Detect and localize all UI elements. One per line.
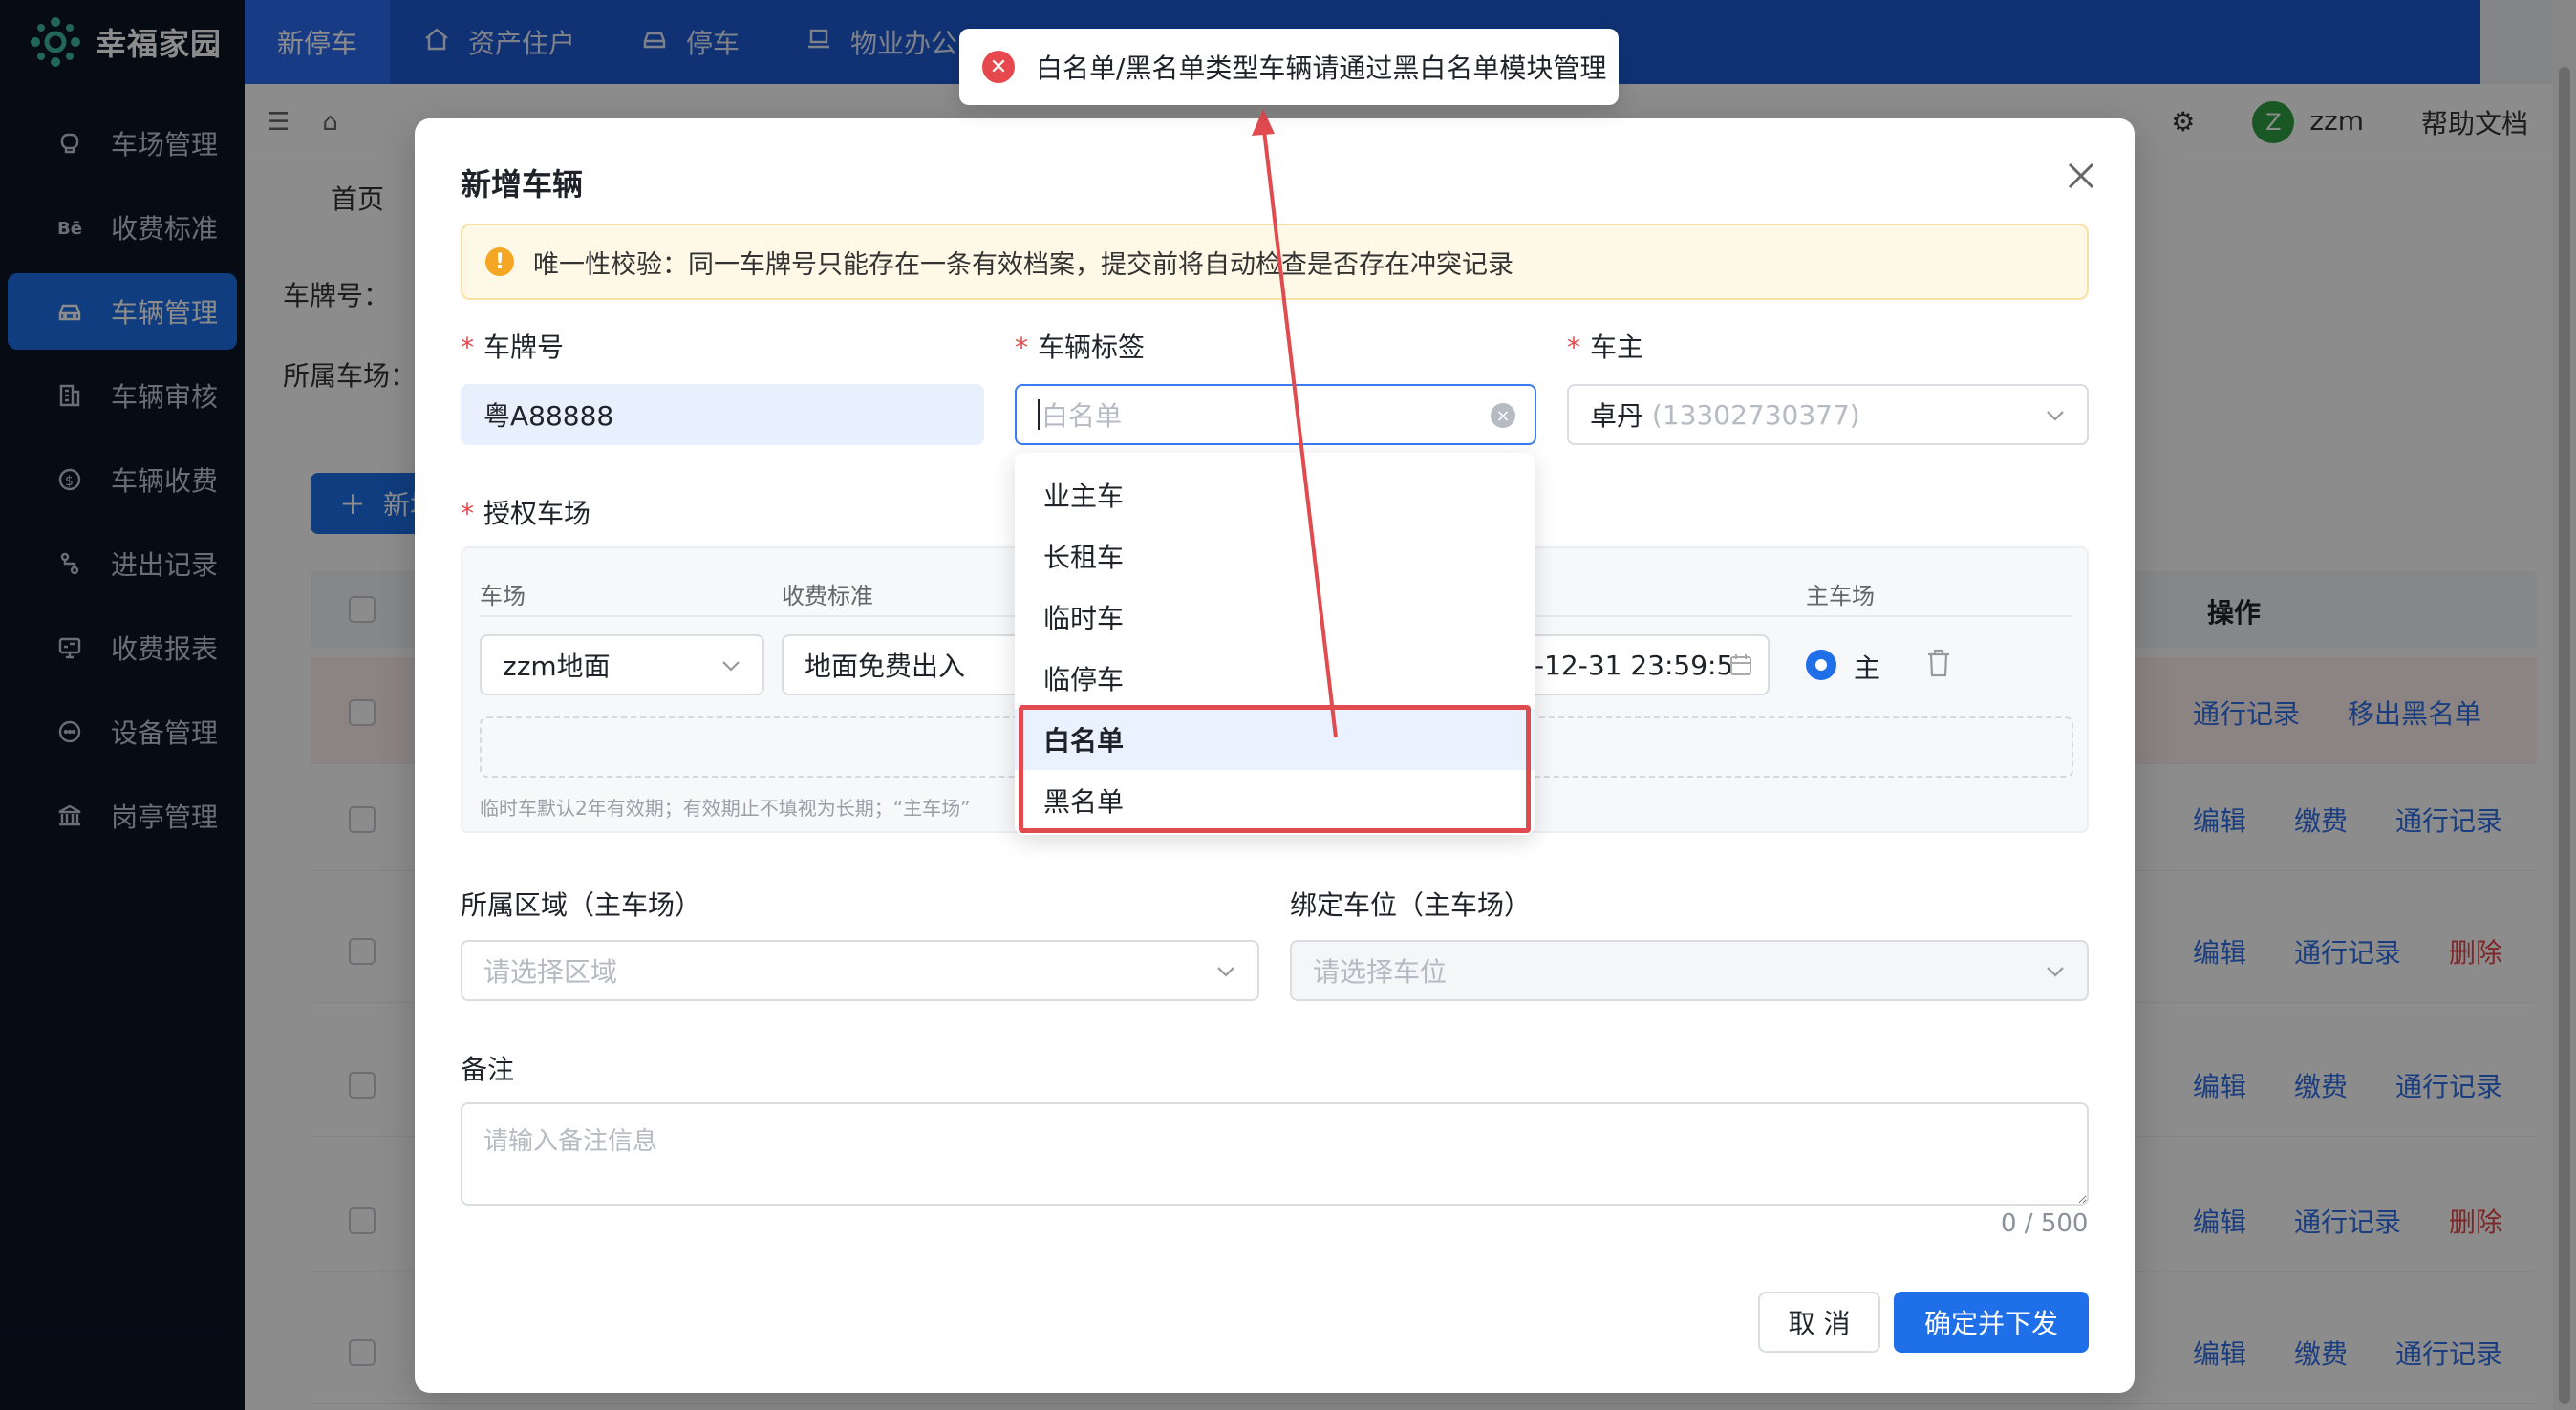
annotation-highlight-box: [1019, 705, 1531, 833]
main-lot-label: 主: [1854, 652, 1881, 684]
fee-standard-select[interactable]: 地面免费出入: [782, 634, 1030, 695]
lot-value: zzm地面: [503, 651, 611, 682]
chevron-down-icon: [2047, 967, 2064, 977]
vehicle-tag-select[interactable]: 白名单 ×: [1015, 384, 1536, 445]
area-label: 所属区域（主车场）: [461, 889, 702, 921]
date-value: -12-31 23:59:5: [1535, 649, 1734, 681]
close-icon[interactable]: [2062, 157, 2100, 195]
chevron-down-icon: [722, 661, 740, 672]
option-short-stay[interactable]: 临停车: [1015, 648, 1535, 709]
space-label: 绑定车位（主车场）: [1290, 889, 1532, 921]
expiry-date-picker[interactable]: -12-31 23:59:5: [1531, 634, 1770, 695]
option-owner-car[interactable]: 业主车: [1015, 464, 1535, 525]
remark-label: 备注: [461, 1054, 515, 1085]
trash-icon[interactable]: [1924, 648, 1953, 685]
dialog-title: 新增车辆: [461, 166, 584, 203]
clear-icon[interactable]: ×: [1491, 403, 1515, 428]
warning-icon: !: [485, 247, 514, 276]
col-main-header: 主车场: [1806, 583, 1875, 609]
chevron-down-icon: [2047, 411, 2064, 421]
col-fee-header: 收费标准: [782, 583, 873, 609]
area-select[interactable]: 请选择区域: [461, 940, 1259, 1001]
error-icon: ✕: [982, 51, 1015, 83]
option-long-rent[interactable]: 长租车: [1015, 525, 1535, 587]
plate-label: * 车牌号: [461, 331, 565, 363]
remark-counter: 0 / 500: [2001, 1209, 2089, 1238]
cancel-button[interactable]: 取 消: [1758, 1292, 1880, 1353]
plate-input[interactable]: 粤A88888: [461, 384, 984, 445]
auth-lot-label: * 授权车场: [461, 498, 591, 529]
text-cursor: [1038, 399, 1040, 430]
uniqueness-alert: ! 唯一性校验：同一车牌号只能存在一条有效档案，提交前将自动检查是否存在冲突记录: [461, 224, 2089, 300]
main-lot-radio[interactable]: [1806, 650, 1836, 680]
alert-text: 唯一性校验：同一车牌号只能存在一条有效档案，提交前将自动检查是否存在冲突记录: [533, 249, 1513, 280]
confirm-button[interactable]: 确定并下发: [1894, 1292, 2089, 1353]
remark-textarea[interactable]: [461, 1102, 2089, 1206]
space-placeholder: 请选择车位: [1313, 956, 1448, 988]
tag-placeholder: 白名单: [1041, 400, 1123, 432]
owner-label: * 车主: [1567, 331, 1644, 363]
lot-select[interactable]: zzm地面: [480, 634, 764, 695]
toast-message: 白名单/黑名单类型车辆请通过黑白名单模块管理: [1036, 53, 1607, 84]
chevron-down-icon: [1217, 967, 1234, 977]
error-toast: ✕ 白名单/黑名单类型车辆请通过黑白名单模块管理: [959, 29, 1619, 105]
area-placeholder: 请选择区域: [483, 956, 618, 988]
owner-select[interactable]: 卓丹 (13302730377): [1567, 384, 2089, 445]
plate-value: 粤A88888: [483, 400, 614, 432]
fee-value: 地面免费出入: [805, 651, 966, 682]
owner-name: 卓丹: [1590, 400, 1644, 432]
option-temporary[interactable]: 临时车: [1015, 587, 1535, 648]
calendar-icon: [1728, 652, 1754, 685]
col-lot-header: 车场: [480, 583, 526, 609]
owner-phone: (13302730377): [1651, 398, 1860, 431]
space-select[interactable]: 请选择车位: [1290, 940, 2089, 1001]
tag-label: * 车辆标签: [1015, 331, 1146, 363]
auth-hint: 临时车默认2年有效期；有效期止不填视为长期；“主车场”: [480, 797, 971, 820]
